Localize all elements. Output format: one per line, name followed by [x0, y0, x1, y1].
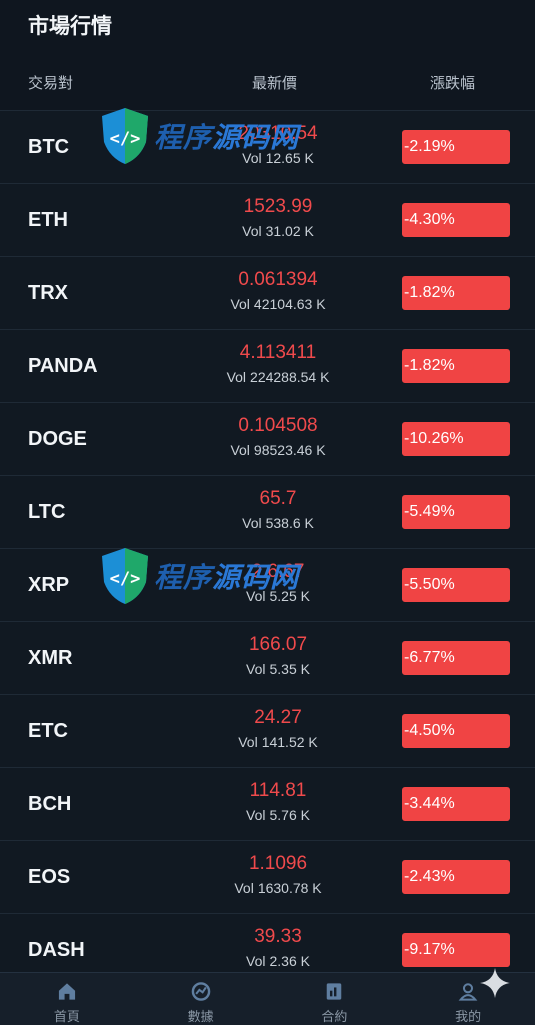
- market-row-xmr[interactable]: XMR 166.07 Vol 5.35 K -6.77%: [0, 621, 535, 694]
- last-price: 0.061394: [238, 269, 318, 290]
- volume-value: 2.36 K: [269, 953, 310, 969]
- last-price: 114.81: [249, 780, 307, 801]
- change-badge: -2.43%: [402, 860, 510, 894]
- volume-value: 5.76 K: [269, 807, 310, 823]
- volume-label: Vol: [226, 369, 247, 385]
- market-row-ltc[interactable]: LTC 65.7 Vol 538.6 K -5.49%: [0, 475, 535, 548]
- volume-label: Vol: [230, 442, 250, 458]
- pair-symbol: EOS: [28, 865, 71, 888]
- change-badge: -9.17%: [402, 933, 510, 967]
- volume-value: 31.02 K: [265, 223, 314, 239]
- market-row-eth[interactable]: ETH 1523.99 Vol 31.02 K -4.30%: [0, 183, 535, 256]
- column-header-price: 最新價: [252, 73, 298, 92]
- change-badge: -1.82%: [402, 276, 510, 310]
- last-price: 0.104508: [238, 415, 318, 436]
- market-row-etc[interactable]: ETC 24.27 Vol 141.52 K -4.50%: [0, 694, 535, 767]
- last-price: 1.1096: [248, 853, 308, 874]
- volume-value: 42104.63 K: [253, 296, 326, 312]
- column-header-change: 漲跌幅: [430, 73, 476, 92]
- change-badge: -4.50%: [402, 714, 510, 748]
- last-price: 166.07: [248, 634, 308, 655]
- change-badge: -4.30%: [402, 203, 510, 237]
- volume-label: Vol: [242, 515, 262, 531]
- volume-label: Vol: [246, 661, 266, 677]
- column-header-pair: 交易對: [28, 73, 74, 92]
- contract-icon: [327, 983, 342, 1000]
- pair-symbol: XMR: [28, 646, 73, 669]
- market-list: BTC 20310.54 Vol 12.65 K -2.19% ETH 1523.…: [0, 110, 535, 987]
- pair-symbol: LTC: [28, 500, 66, 523]
- market-row-eos[interactable]: EOS 1.1096 Vol 1630.78 K -2.43%: [0, 840, 535, 913]
- nav-item-home[interactable]: 首頁: [0, 973, 134, 1025]
- change-badge: -1.82%: [402, 349, 510, 383]
- volume-value: 141.52 K: [261, 734, 318, 750]
- volume-value: 5.25 K: [269, 588, 310, 604]
- market-row-panda[interactable]: PANDA 4.113411 Vol 224288.54 K -1.82%: [0, 329, 535, 402]
- nav-label: 數據: [187, 1010, 214, 1025]
- nav-item-data[interactable]: 數據: [134, 973, 268, 1025]
- pair-symbol: XRP: [28, 573, 70, 596]
- last-price: 39.33: [254, 926, 302, 947]
- volume-label: Vol: [246, 588, 266, 604]
- last-price: 4.113411: [239, 342, 317, 363]
- volume-label: Vol: [242, 150, 262, 166]
- volume-value: 98523.46 K: [253, 442, 326, 458]
- volume-label: Vol: [238, 734, 258, 750]
- volume-value: 12.65 K: [265, 150, 314, 166]
- sparkle-icon: [480, 968, 510, 998]
- volume-value: 538.6 K: [265, 515, 314, 531]
- change-badge: -5.49%: [402, 495, 510, 529]
- volume-value: 5.35 K: [269, 661, 310, 677]
- nav-label: 合約: [321, 1010, 348, 1025]
- last-price: 24.27: [254, 707, 302, 728]
- last-price: 20310.54: [238, 123, 318, 144]
- nav-label: 我的: [455, 1010, 482, 1025]
- bottom-nav: 首頁 數據 合約 我的: [0, 972, 535, 1025]
- pair-symbol: DOGE: [28, 427, 87, 450]
- change-badge: -6.77%: [402, 641, 510, 675]
- market-row-btc[interactable]: BTC 20310.54 Vol 12.65 K -2.19%: [0, 110, 535, 183]
- page-title: 市場行情: [28, 14, 112, 38]
- market-row-xrp[interactable]: XRP 2.6.67 Vol 5.25 K -5.50%: [0, 548, 535, 621]
- market-row-bch[interactable]: BCH 114.81 Vol 5.76 K -3.44%: [0, 767, 535, 840]
- pair-symbol: BCH: [28, 792, 72, 815]
- chart-icon: [191, 982, 210, 1001]
- pair-symbol: ETH: [28, 208, 68, 231]
- market-row-doge[interactable]: DOGE 0.104508 Vol 98523.46 K -10.26%: [0, 402, 535, 475]
- pair-symbol: ETC: [28, 719, 68, 742]
- volume-value: 224288.54 K: [250, 369, 330, 385]
- pair-symbol: BTC: [28, 135, 70, 158]
- last-price: 1523.99: [243, 196, 313, 217]
- pair-symbol: PANDA: [28, 354, 98, 377]
- change-badge: -2.19%: [402, 130, 510, 164]
- change-badge: -3.44%: [402, 787, 510, 821]
- volume-label: Vol: [242, 223, 262, 239]
- nav-item-contract[interactable]: 合約: [268, 973, 402, 1025]
- nav-label: 首頁: [53, 1010, 80, 1025]
- pair-symbol: TRX: [28, 281, 68, 304]
- volume-label: Vol: [230, 296, 250, 312]
- volume-value: 1630.78 K: [257, 880, 322, 896]
- market-row-trx[interactable]: TRX 0.061394 Vol 42104.63 K -1.82%: [0, 256, 535, 329]
- home-icon: [58, 983, 75, 1000]
- last-price: 2.6.67: [251, 561, 305, 582]
- volume-label: Vol: [234, 880, 254, 896]
- last-price: 65.7: [259, 488, 297, 509]
- volume-label: Vol: [246, 807, 266, 823]
- change-badge: -10.26%: [402, 422, 510, 456]
- change-badge: -5.50%: [402, 568, 510, 602]
- nav-item-profile[interactable]: 我的: [401, 973, 535, 1025]
- volume-label: Vol: [246, 953, 266, 969]
